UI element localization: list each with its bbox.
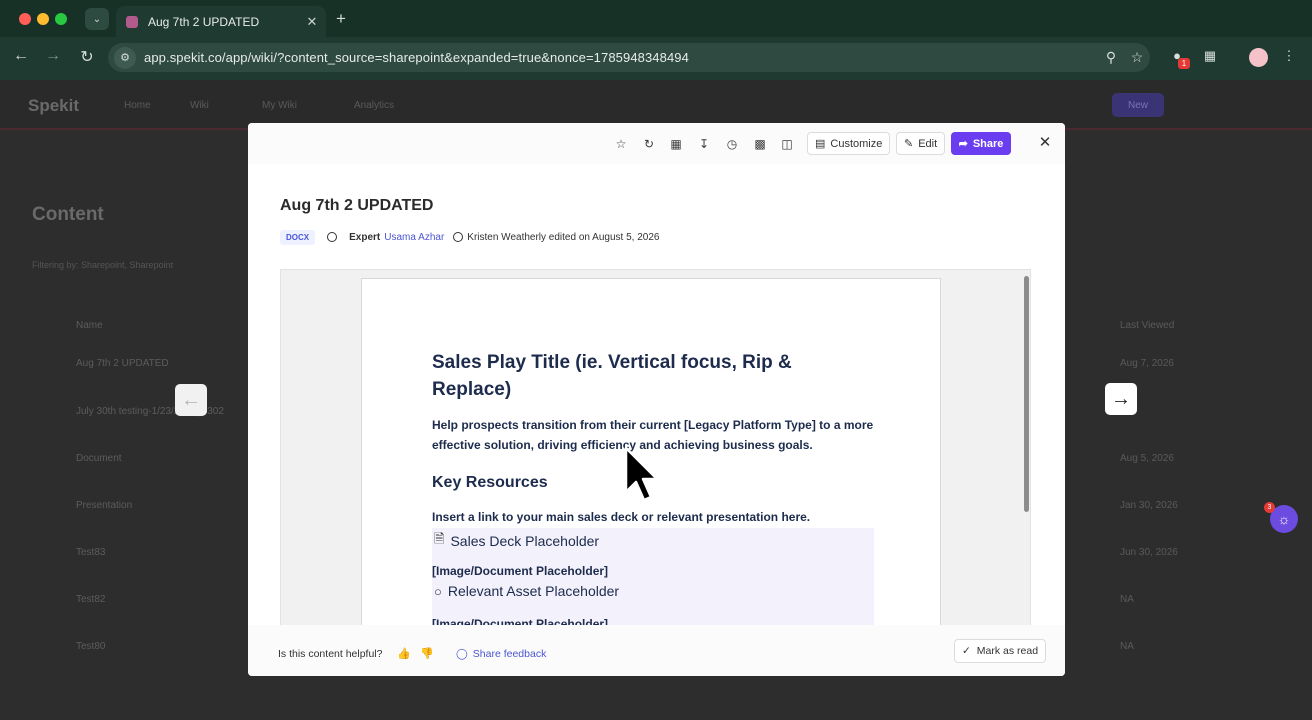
delete-trash-icon[interactable]: ◫ <box>778 135 796 153</box>
feedback-label: Share feedback <box>472 648 547 660</box>
tab-bar: ⌄ Aug 7th 2 UPDATED ✕ + <box>0 0 1312 37</box>
url-text[interactable]: app.spekit.co/app/wiki/?content_source=s… <box>144 50 1098 65</box>
previous-arrow-icon[interactable]: ← <box>175 384 207 416</box>
modal-footer: Is this content helpful? 👍 👎 ◯ Share fee… <box>248 625 1065 676</box>
share-label: Share <box>972 137 1004 150</box>
table-row[interactable]: Aug 7th 2 UPDATED <box>76 358 169 369</box>
close-window-button[interactable] <box>19 13 31 25</box>
nav-home[interactable]: Home <box>124 100 151 111</box>
modal-close-icon[interactable]: ✕ <box>1036 134 1054 152</box>
column-header-last-viewed[interactable]: Last Viewed <box>1120 320 1174 331</box>
bookmark-star-icon[interactable]: ☆ <box>1124 49 1150 66</box>
table-row-date: Jun 30, 2026 <box>1120 547 1178 558</box>
favorite-star-icon[interactable]: ☆ <box>612 135 630 153</box>
content-modal: ☆ ↻ ▦ ↧ ◷ ▩ ◫ ▤ Customize ✎ Edit ➦ Share… <box>248 123 1065 676</box>
customize-label: Customize <box>830 137 883 150</box>
expert-label: Expert <box>349 231 381 243</box>
zoom-icon[interactable]: ⚲ <box>1098 49 1124 66</box>
lightbulb-icon: ○ <box>434 583 442 599</box>
site-info-icon[interactable]: ⚙ <box>114 46 136 69</box>
table-row[interactable]: Presentation <box>76 500 132 511</box>
doc-heading: Sales Play Title (ie. Vertical focus, Ri… <box>432 352 792 400</box>
table-row-date: NA <box>1120 641 1134 652</box>
new-tab-button[interactable]: + <box>336 9 346 29</box>
table-row[interactable]: Test83 <box>76 547 105 558</box>
profile-avatar[interactable] <box>1249 48 1268 67</box>
back-button[interactable]: ← <box>11 47 31 65</box>
tab-title: Aug 7th 2 UPDATED <box>148 14 260 29</box>
table-row[interactable]: Document <box>76 453 122 464</box>
mark-read-label: Mark as read <box>976 645 1039 657</box>
tab-search-chevron-icon[interactable]: ⌄ <box>85 8 109 30</box>
content-title: Aug 7th 2 UPDATED <box>280 197 434 214</box>
table-row[interactable]: Test80 <box>76 641 105 652</box>
edit-button[interactable]: ✎ Edit <box>896 132 946 155</box>
embed-grid-icon[interactable]: ▦ <box>667 135 685 153</box>
minimize-window-button[interactable] <box>37 13 49 25</box>
sync-icon[interactable]: ↻ <box>640 135 658 153</box>
column-header-name[interactable]: Name <box>76 320 103 331</box>
extension-badge: 1 <box>1178 58 1190 69</box>
share-button[interactable]: ➦ Share <box>951 132 1011 155</box>
next-arrow-icon[interactable]: → <box>1105 383 1137 415</box>
forward-button[interactable]: → <box>43 47 63 65</box>
customize-button[interactable]: ▤ Customize <box>807 132 891 155</box>
clock-icon <box>453 232 464 242</box>
mark-as-read-button[interactable]: ✓ Mark as read <box>954 639 1046 663</box>
maximize-window-button[interactable] <box>55 13 67 25</box>
history-icon[interactable]: ◷ <box>723 135 741 153</box>
chat-bubble-icon: ◯ <box>456 648 468 660</box>
table-row-date: Jan 30, 2026 <box>1120 500 1178 511</box>
thumbs-down-icon[interactable]: 👎 <box>420 647 434 660</box>
nav-analytics[interactable]: Analytics <box>354 100 394 111</box>
analytics-bar-icon[interactable]: ▩ <box>751 135 769 153</box>
thumbs-up-icon[interactable]: 👍 <box>397 647 411 660</box>
new-button[interactable]: New <box>1112 93 1164 117</box>
edited-info: Kristen Weatherly edited on August 5, 20… <box>467 231 660 243</box>
globe-icon <box>327 232 338 242</box>
share-feedback-link[interactable]: ◯ Share feedback <box>456 648 546 660</box>
document-icon: 🗎 <box>434 531 445 546</box>
filter-text: Filtering by: Sharepoint, Sharepoint <box>32 260 174 270</box>
address-bar[interactable]: ⚙ app.spekit.co/app/wiki/?content_source… <box>108 43 1150 72</box>
page-title: Content <box>32 204 104 225</box>
expert-name-link[interactable]: Usama Azhar <box>384 232 444 243</box>
doc-item-sales-deck: 🗎 Sales Deck Placeholder <box>434 530 599 552</box>
doc-section-heading: Key Resources <box>432 474 548 491</box>
customize-paint-icon: ▤ <box>815 138 826 150</box>
nav-wiki[interactable]: Wiki <box>190 100 209 111</box>
content-meta: DOCX Expert Usama Azhar Kristen Weatherl… <box>280 229 659 245</box>
helpful-question: Is this content helpful? <box>278 648 383 660</box>
browser-chrome: ⌄ Aug 7th 2 UPDATED ✕ + ← → ↻ ⚙ app.spek… <box>0 0 1312 80</box>
mouse-pointer-icon <box>624 446 659 502</box>
doc-item-label: Sales Deck Placeholder <box>450 533 600 549</box>
doc-instruction: Insert a link to your main sales deck or… <box>432 510 811 524</box>
download-icon[interactable]: ↧ <box>695 135 713 153</box>
nav-my-wiki[interactable]: My Wiki <box>262 100 297 111</box>
spekit-favicon-icon <box>126 15 138 28</box>
app-logo: Spekit <box>28 96 80 115</box>
extensions-puzzle-icon[interactable]: ▦ <box>1201 48 1219 66</box>
tab-close-icon[interactable]: ✕ <box>302 14 322 30</box>
viewer-scrollbar[interactable] <box>1024 276 1029 512</box>
file-type-badge: DOCX <box>280 229 316 245</box>
table-row-date: Aug 7, 2026 <box>1120 358 1174 369</box>
doc-placeholder: [Image/Document Placeholder] <box>432 564 609 578</box>
browser-menu-icon[interactable]: ⋮ <box>1280 48 1298 66</box>
table-row[interactable]: Test82 <box>76 594 105 605</box>
doc-item-relevant-asset: ○ Relevant Asset Placeholder <box>434 583 619 599</box>
table-row-date: Aug 5, 2026 <box>1120 453 1174 464</box>
share-arrow-icon: ➦ <box>958 138 968 150</box>
table-row-date: NA <box>1120 594 1134 605</box>
reload-button[interactable]: ↻ <box>77 47 97 67</box>
modal-toolbar: ☆ ↻ ▦ ↧ ◷ ▩ ◫ ▤ Customize ✎ Edit ➦ Share… <box>248 123 1065 164</box>
edit-label: Edit <box>918 137 938 150</box>
widget-badge: 3 <box>1264 502 1275 513</box>
browser-tab[interactable]: Aug 7th 2 UPDATED ✕ <box>116 6 326 37</box>
edit-pencil-icon: ✎ <box>904 138 914 150</box>
doc-item-label: Relevant Asset Placeholder <box>447 583 620 599</box>
checkmark-icon: ✓ <box>961 645 971 657</box>
